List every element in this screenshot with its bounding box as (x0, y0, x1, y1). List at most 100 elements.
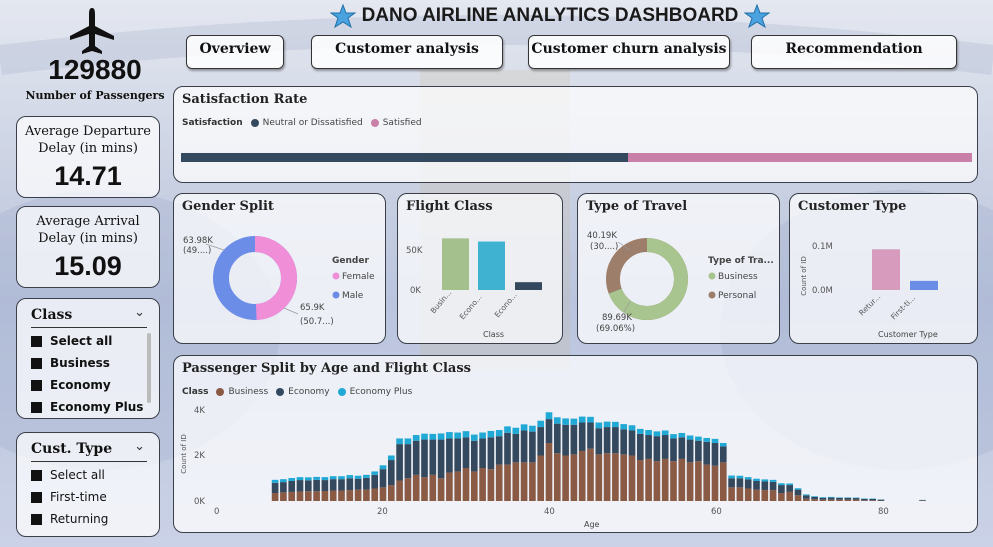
slicer-option-select-all[interactable]: Select all (31, 466, 105, 484)
age-bar-segment[interactable] (678, 458, 686, 501)
age-bar-segment[interactable] (313, 491, 320, 501)
age-bar-segment[interactable] (437, 433, 445, 440)
age-bar-segment[interactable] (387, 485, 395, 501)
age-bar-segment[interactable] (769, 490, 777, 501)
age-bar-segment[interactable] (562, 455, 569, 502)
age-bar-segment[interactable] (504, 426, 511, 433)
age-bar-segment[interactable] (753, 480, 760, 490)
age-bar-segment[interactable] (470, 471, 478, 501)
age-bar-segment[interactable] (612, 427, 619, 454)
satisfaction-neutral-segment[interactable] (181, 153, 628, 162)
age-bar-segment[interactable] (280, 479, 287, 483)
age-bar-segment[interactable] (827, 497, 835, 500)
age-bar-segment[interactable] (313, 476, 320, 480)
age-bar-segment[interactable] (354, 478, 362, 490)
age-bar-segment[interactable] (479, 438, 486, 469)
age-bar-segment[interactable] (321, 490, 329, 501)
age-bar-segment[interactable] (587, 416, 594, 423)
age-bar-segment[interactable] (421, 439, 428, 478)
age-bar-segment[interactable] (578, 422, 586, 451)
age-bar-segment[interactable] (719, 446, 727, 463)
age-bar-segment[interactable] (338, 476, 345, 480)
age-bar-segment[interactable] (786, 483, 794, 486)
age-bar-segment[interactable] (570, 454, 578, 501)
nav-customer-analysis-button[interactable]: Customer analysis (311, 35, 503, 69)
age-bar-segment[interactable] (744, 479, 752, 489)
age-bar-segment[interactable] (396, 438, 403, 445)
age-bar-segment[interactable] (321, 480, 329, 491)
age-bar-segment[interactable] (744, 477, 752, 480)
age-bar-segment[interactable] (512, 427, 520, 434)
age-bar-segment[interactable] (470, 434, 478, 441)
age-bar-segment[interactable] (595, 422, 603, 429)
age-bar-segment[interactable] (802, 498, 810, 501)
age-bar-segment[interactable] (836, 497, 843, 500)
age-bar-segment[interactable] (545, 419, 553, 443)
age-bar-segment[interactable] (670, 461, 677, 501)
age-bar-segment[interactable] (288, 491, 296, 501)
slicer-option-business[interactable]: Business (31, 354, 110, 372)
age-bar-segment[interactable] (379, 487, 387, 501)
age-bar-segment[interactable] (454, 432, 462, 439)
slicer-option-economy-plus[interactable]: Economy Plus (31, 398, 143, 416)
age-bar-segment[interactable] (346, 478, 354, 491)
age-bar-segment[interactable] (404, 478, 412, 501)
age-bar-segment[interactable] (421, 477, 428, 501)
age-bar-segment[interactable] (753, 489, 760, 501)
age-bar-segment[interactable] (836, 499, 843, 501)
age-bar-segment[interactable] (553, 423, 561, 454)
age-bar-segment[interactable] (736, 478, 744, 488)
age-bar-segment[interactable] (802, 495, 810, 499)
age-bar-segment[interactable] (703, 464, 711, 501)
age-bar-segment[interactable] (744, 488, 752, 501)
age-bar-segment[interactable] (661, 435, 669, 459)
age-bar-segment[interactable] (695, 436, 702, 441)
age-bar-segment[interactable] (271, 479, 279, 483)
age-bar-segment[interactable] (529, 462, 536, 501)
bar-1[interactable] (910, 280, 938, 290)
age-bar-segment[interactable] (736, 475, 744, 479)
age-bar-segment[interactable] (354, 489, 362, 501)
age-bar-segment[interactable] (728, 478, 735, 488)
age-bar-segment[interactable] (578, 416, 586, 423)
age-bar-segment[interactable] (861, 500, 868, 501)
age-bar-segment[interactable] (280, 492, 287, 501)
age-bar-segment[interactable] (786, 491, 794, 501)
age-bar-segment[interactable] (404, 444, 412, 479)
age-bar-segment[interactable] (612, 453, 619, 501)
age-bar-segment[interactable] (338, 479, 345, 491)
age-bar-segment[interactable] (686, 439, 694, 463)
slicer-option-returning[interactable]: Returning (31, 510, 108, 528)
age-bar-segment[interactable] (603, 421, 611, 428)
age-bar-segment[interactable] (827, 499, 835, 501)
age-bar-segment[interactable] (338, 490, 345, 501)
age-bar-segment[interactable] (645, 435, 652, 459)
age-bar-segment[interactable] (412, 474, 420, 501)
age-bar-segment[interactable] (670, 438, 677, 462)
age-bar-segment[interactable] (562, 418, 569, 425)
age-bar-segment[interactable] (371, 471, 379, 475)
age-bar-segment[interactable] (686, 462, 694, 501)
age-bar-segment[interactable] (778, 493, 785, 501)
age-bar-segment[interactable] (387, 460, 395, 486)
age-bar-segment[interactable] (695, 461, 702, 501)
age-bar-segment[interactable] (462, 468, 470, 501)
age-bar-segment[interactable] (487, 430, 495, 438)
age-bar-segment[interactable] (761, 479, 769, 482)
age-bar-segment[interactable] (587, 422, 594, 449)
age-bar-segment[interactable] (446, 432, 453, 439)
age-bar-segment[interactable] (537, 455, 545, 502)
age-bar-segment[interactable] (719, 462, 727, 501)
age-bar-segment[interactable] (363, 489, 370, 501)
age-bar-segment[interactable] (329, 479, 337, 491)
age-bar-segment[interactable] (304, 477, 312, 481)
age-bar-segment[interactable] (504, 432, 511, 465)
age-bar-segment[interactable] (537, 420, 545, 428)
slicer-option-economy[interactable]: Economy (31, 376, 111, 394)
age-bar-segment[interactable] (852, 499, 860, 501)
age-bar-segment[interactable] (628, 425, 636, 431)
age-bar-segment[interactable] (462, 437, 470, 469)
age-bar-segment[interactable] (479, 468, 486, 501)
chevron-down-icon[interactable]: ⌄ (134, 305, 145, 320)
checkbox[interactable] (31, 335, 42, 347)
